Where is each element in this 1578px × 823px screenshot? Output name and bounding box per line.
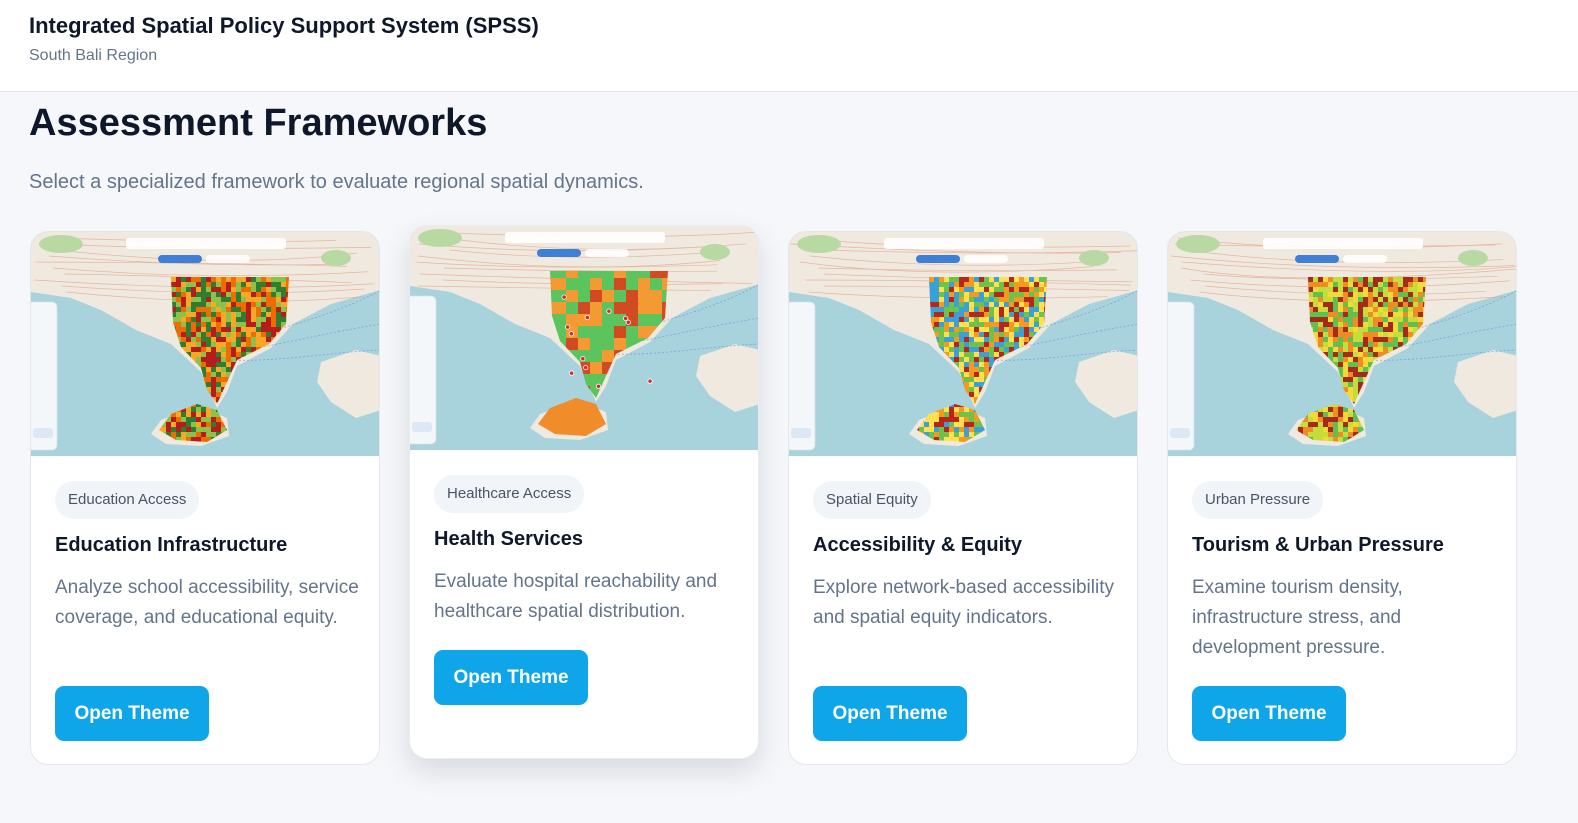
category-tag: Urban Pressure (1192, 481, 1324, 519)
region-subtitle: South Bali Region (29, 47, 158, 64)
open-theme-button[interactable]: Open Theme (1192, 686, 1346, 741)
map-thumbnail (410, 226, 758, 450)
framework-card-equity[interactable]: Spatial Equity Accessibility & Equity Ex… (788, 231, 1138, 765)
page-description: Select a specialized framework to evalua… (29, 171, 644, 193)
map-thumbnail (1168, 232, 1516, 456)
map-thumbnail (31, 232, 379, 456)
framework-card-urban[interactable]: Urban Pressure Tourism & Urban Pressure … (1167, 231, 1517, 765)
category-tag: Education Access (55, 481, 200, 519)
page-title: Assessment Frameworks (29, 102, 488, 144)
card-description: Examine tourism density, infrastructure … (1192, 577, 1403, 658)
card-description: Evaluate hospital reachability and healt… (434, 571, 718, 622)
card-title: Education Infrastructure (55, 534, 288, 556)
category-tag: Spatial Equity (813, 481, 931, 519)
map-thumbnail (789, 232, 1137, 456)
card-description: Explore network-based accessibility and … (813, 577, 1114, 628)
open-theme-button[interactable]: Open Theme (434, 650, 588, 705)
open-theme-button[interactable]: Open Theme (55, 686, 209, 741)
card-title: Accessibility & Equity (813, 534, 1022, 556)
app-header: Integrated Spatial Policy Support System… (0, 0, 1578, 92)
card-description: Analyze school accessibility, service co… (55, 577, 359, 628)
framework-card-education[interactable]: Education Access Education Infrastructur… (30, 231, 380, 765)
app-title: Integrated Spatial Policy Support System… (29, 13, 539, 38)
open-theme-button[interactable]: Open Theme (813, 686, 967, 741)
card-title: Tourism & Urban Pressure (1192, 534, 1444, 556)
card-title: Health Services (434, 528, 583, 550)
framework-card-health[interactable]: Healthcare Access Health Services Evalua… (409, 225, 759, 759)
category-tag: Healthcare Access (434, 475, 585, 513)
